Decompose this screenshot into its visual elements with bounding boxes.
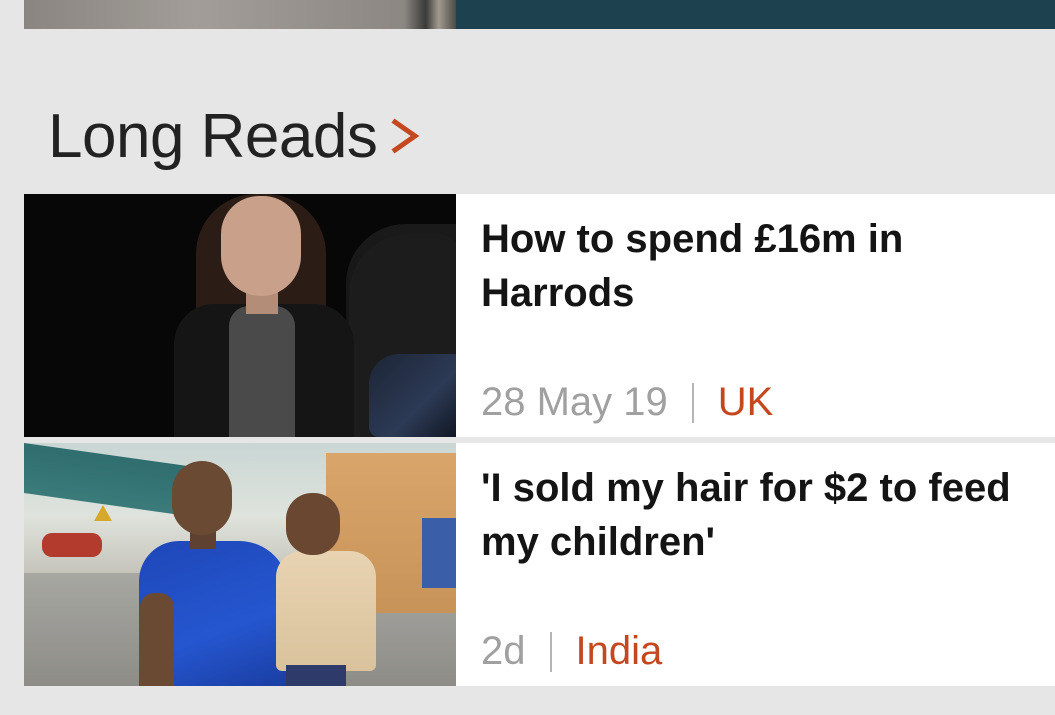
article-card[interactable]: 'I sold my hair for $2 to feed my childr… (24, 443, 1055, 686)
chevron-right-icon (391, 116, 421, 156)
article-thumbnail (24, 443, 456, 686)
article-card[interactable]: How to spend £16m in Harrods 28 May 19 U… (24, 194, 1055, 437)
previous-article-text-area (456, 0, 1055, 29)
article-text: How to spend £16m in Harrods 28 May 19 U… (456, 194, 1055, 437)
previous-article-thumbnail (24, 0, 456, 29)
meta-divider (691, 382, 694, 423)
article-meta: 2d India (481, 629, 662, 674)
article-headline[interactable]: 'I sold my hair for $2 to feed my childr… (481, 461, 1011, 569)
previous-article-card[interactable] (24, 0, 1055, 29)
article-headline[interactable]: How to spend £16m in Harrods (481, 212, 903, 320)
article-thumbnail (24, 194, 456, 437)
section-title: Long Reads (48, 101, 378, 171)
article-category-link[interactable]: India (576, 629, 663, 674)
article-timestamp: 28 May 19 (481, 380, 668, 424)
article-timestamp: 2d (481, 629, 526, 673)
article-text: 'I sold my hair for $2 to feed my childr… (456, 443, 1055, 686)
meta-divider (549, 631, 552, 672)
article-meta: 28 May 19 UK (481, 380, 773, 425)
section-header-long-reads[interactable]: Long Reads (48, 96, 421, 176)
article-category-link[interactable]: UK (718, 380, 774, 425)
